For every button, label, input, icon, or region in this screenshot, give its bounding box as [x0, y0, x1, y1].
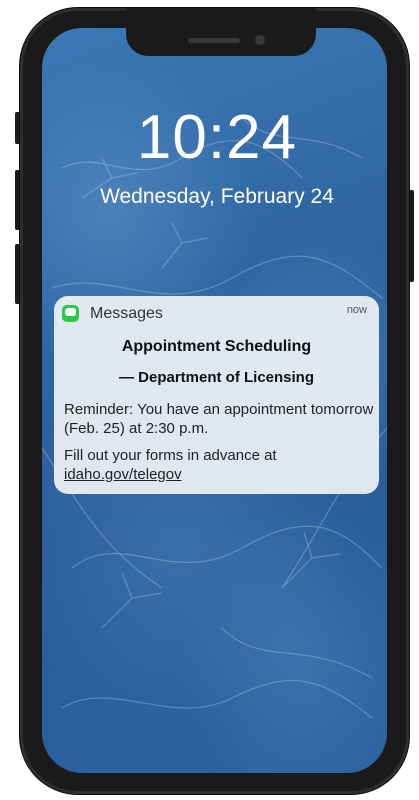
speaker-grille: [188, 38, 240, 43]
notification-app-name: Messages: [90, 305, 163, 322]
lock-screen-time: 10:24: [136, 103, 298, 172]
telegov-link[interactable]: idaho.gov/telegov: [64, 466, 182, 483]
phone-mockup: 10:24 Wednesday, February 24 Messages no…: [0, 0, 419, 800]
front-camera: [255, 35, 265, 45]
lock-screen-date: Wednesday, February 24: [100, 185, 334, 208]
notification-title: Appointment Scheduling: [121, 338, 312, 355]
notification-reminder-text: Reminder: You have an appointment tomorr…: [64, 401, 374, 437]
notification-header: Messages now: [62, 304, 367, 324]
message-notification[interactable]: Messages now Appointment Scheduling — De…: [54, 296, 379, 494]
notch: [126, 8, 316, 56]
notification-subtitle: — Department of Licensing: [118, 369, 315, 386]
forms-prefix-text: Fill out your forms in advance at: [64, 447, 277, 464]
notification-forms-text: Fill out your forms in advance at idaho.…: [64, 446, 374, 484]
messages-icon: [62, 305, 79, 322]
notification-timestamp: now: [346, 304, 367, 316]
